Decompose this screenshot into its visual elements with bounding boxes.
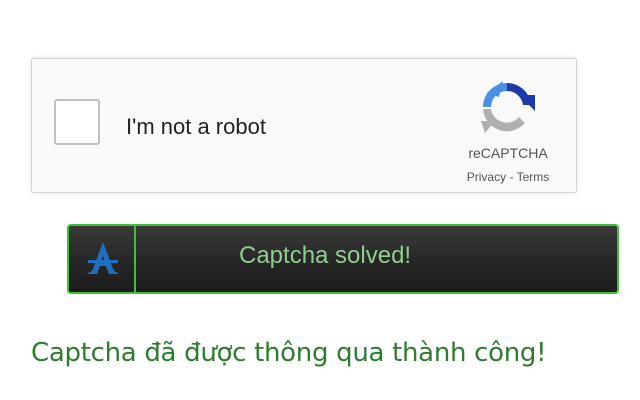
captcha-solver-status-bar: Captcha solved! [67, 224, 619, 294]
terms-link[interactable]: Terms [517, 170, 550, 184]
solver-icon-cell [69, 226, 136, 292]
solver-logo-icon [87, 242, 119, 274]
recaptcha-brand-text: reCAPTCHA [468, 145, 548, 161]
privacy-link[interactable]: Privacy [467, 170, 506, 184]
recaptcha-logo-icon [481, 81, 535, 133]
recaptcha-links: Privacy - Terms [444, 170, 572, 184]
recaptcha-checkbox[interactable] [54, 99, 100, 145]
page: I'm not a robot reCAPTCHA Privacy - Term… [0, 0, 640, 400]
solver-status-text: Captcha solved! [239, 242, 412, 269]
links-separator: - [509, 170, 514, 184]
result-message: Captcha đã được thông qua thành công! [31, 338, 547, 368]
recaptcha-checkbox-label: I'm not a robot [126, 114, 266, 139]
recaptcha-widget: I'm not a robot reCAPTCHA Privacy - Term… [31, 58, 577, 193]
